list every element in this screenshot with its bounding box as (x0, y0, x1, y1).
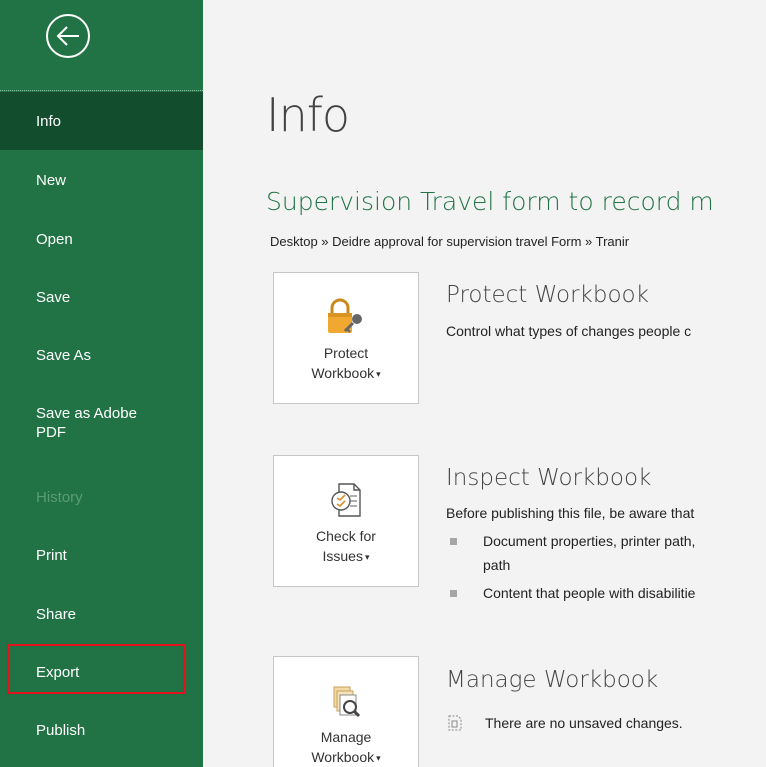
chevron-down-icon: ▾ (364, 552, 370, 563)
nav-item-label: History (36, 489, 83, 506)
tile-label-line1: Protect (323, 345, 369, 361)
nav-item-label: Save (36, 289, 71, 306)
export-highlight-box (7, 644, 185, 694)
nav-item-label: Info (36, 112, 62, 130)
bullet-square-icon (450, 538, 457, 545)
chevron-down-icon: ▾ (376, 369, 381, 380)
inspect-bullet-text-cont: path (483, 557, 511, 573)
document-title: Supervision Travel form to record m (266, 187, 714, 216)
tile-label-line1: Manage (320, 729, 372, 745)
nav-item-save[interactable]: Save (0, 288, 203, 307)
arrow-left-icon (56, 26, 79, 46)
nav-item-open[interactable]: Open (0, 230, 203, 249)
nav-item-label: Save As (36, 347, 92, 364)
protect-workbook-button[interactable]: Protect Workbook ▾ (273, 272, 419, 404)
chevron-down-icon: ▾ (376, 753, 381, 764)
info-pane: Info Supervision Travel form to record m… (203, 0, 766, 767)
inspect-bullet-text: Document properties, printer path, (483, 533, 696, 549)
tile-label-line1: Check for (316, 528, 376, 544)
nav-item-label-line2: PDF (36, 424, 66, 441)
document-check-icon (331, 483, 361, 517)
nav-item-label: Publish (36, 722, 86, 739)
lock-key-icon (328, 298, 362, 333)
nav-item-label: Share (36, 606, 77, 623)
section-description-manage: There are no unsaved changes. (485, 715, 683, 731)
nav-item-label: New (36, 172, 67, 189)
nav-item-save-as[interactable]: Save As (0, 346, 203, 365)
nav-item-save-as-adobe-pdf[interactable]: Save as Adobe PDF (0, 404, 203, 442)
nav-item-publish[interactable]: Publish (0, 721, 203, 740)
nav-item-info[interactable]: Info (0, 92, 203, 150)
section-heading-protect: Protect Workbook (446, 282, 649, 308)
manage-workbook-button[interactable]: Manage Workbook ▾ (273, 656, 419, 767)
versions-search-icon (333, 686, 361, 718)
nav-item-share[interactable]: Share (0, 605, 203, 624)
nav-item-label: Save as Adobe (36, 405, 137, 422)
page-title: Info (266, 88, 350, 142)
nav-item-new[interactable]: New (0, 171, 203, 190)
section-heading-manage: Manage Workbook (446, 667, 659, 693)
tile-label-line2: Workbook (311, 365, 375, 381)
check-for-issues-button[interactable]: Check for Issues ▾ (273, 455, 419, 587)
nav-item-label: Print (36, 547, 67, 564)
breadcrumb: Desktop » Deidre approval for supervisio… (270, 234, 630, 249)
tile-label-line2: Workbook (311, 749, 375, 765)
bullet-square-icon (450, 590, 457, 597)
inspect-bullet-text: Content that people with disabilitie (483, 585, 696, 601)
back-button[interactable] (46, 14, 90, 58)
section-heading-inspect: Inspect Workbook (446, 465, 652, 491)
nav-item-label: Open (36, 231, 73, 248)
nav-item-history: History (0, 488, 203, 507)
section-description-inspect: Before publishing this file, be aware th… (446, 505, 695, 521)
nav-separator (0, 90, 203, 91)
section-description-protect: Control what types of changes people c (446, 323, 692, 339)
document-dotted-icon (448, 715, 462, 731)
nav-item-print[interactable]: Print (0, 546, 203, 565)
tile-label-line2: Issues (322, 548, 363, 564)
